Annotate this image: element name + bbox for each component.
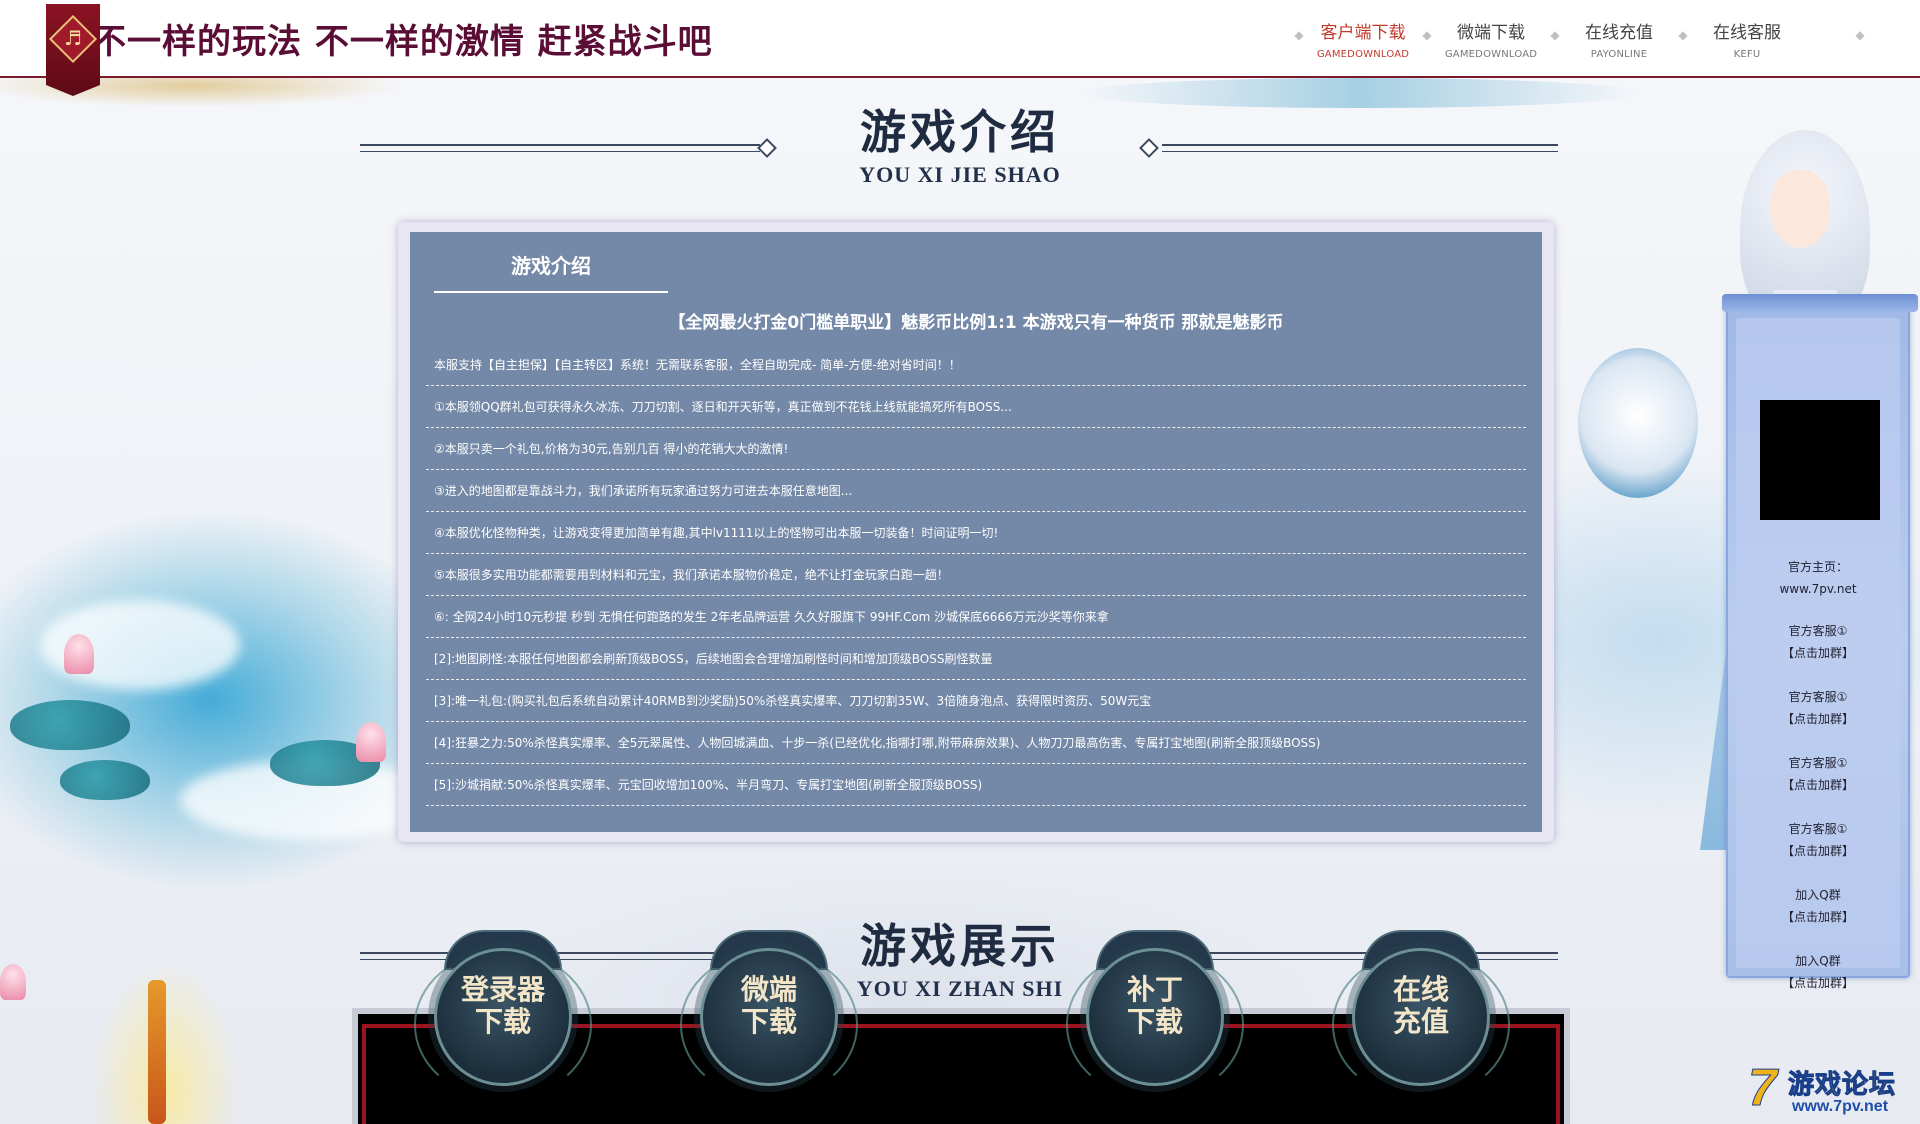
sidebar-item-action: 【点击加群】 bbox=[1781, 712, 1854, 726]
nav-separator-icon: ◆ bbox=[1550, 28, 1560, 42]
nav-separator-icon: ◆ bbox=[1678, 28, 1688, 42]
showcase-heading: 游戏展示 YOU XI ZHAN SHI bbox=[0, 910, 1920, 1002]
list-item: ①本服领QQ群礼包可获得永久冰冻、刀刀切割、逐日和开天斩等，真正做到不花钱上线就… bbox=[426, 386, 1526, 428]
main-nav: ◆ 客户端下载 GAMEDOWNLOAD ◆ 微端下载 GAMEDOWNLOAD… bbox=[1288, 0, 1920, 76]
list-item: ②本服只卖一个礼包,价格为30元,告别几百 得小的花销大大的激情! bbox=[426, 428, 1526, 470]
watermark-title: 游戏论坛 bbox=[1787, 1070, 1897, 1101]
sidebar-item-label: 官方客服① bbox=[1788, 756, 1848, 770]
showcase-subtitle: YOU XI ZHAN SHI bbox=[856, 976, 1064, 1001]
patch-download-button[interactable]: 补丁 下载 bbox=[1066, 930, 1244, 1100]
site-logo[interactable]: ♬ bbox=[46, 4, 100, 96]
watermark-url: www.7pv.net bbox=[1792, 1098, 1889, 1115]
button-label: 登录器 下载 bbox=[460, 973, 545, 1038]
nav-separator-icon: ◆ bbox=[1422, 28, 1432, 42]
lotus-flower-decoration bbox=[356, 722, 386, 762]
list-item: [5]:沙城捐献:50%杀怪真实爆率、元宝回收增加100%、半月弯刀、专属打宝地… bbox=[426, 764, 1526, 806]
contact-sidebar: 官方主页： www.7pv.net 官方客服① 【点击加群】 官方客服① 【点击… bbox=[1722, 294, 1918, 990]
lotus-flower-decoration bbox=[64, 634, 94, 674]
watermark-seven: 7 bbox=[1748, 1059, 1778, 1118]
lotus-leaf-decoration bbox=[60, 760, 150, 800]
button-label: 微端 下载 bbox=[740, 973, 797, 1038]
sidebar-service-2[interactable]: 官方客服① 【点击加群】 bbox=[1728, 686, 1908, 730]
qr-code-image bbox=[1760, 400, 1880, 520]
launcher-download-button[interactable]: 登录器 下载 bbox=[414, 930, 592, 1100]
top-bar: 不一样的玩法 不一样的激情 赶紧战斗吧 ◆ 客户端下载 GAMEDOWNLOAD… bbox=[0, 0, 1920, 78]
list-item: 本服支持【自主担保】【自主转区】系统！无需联系客服，全程自助完成- 简单-方便-… bbox=[426, 344, 1526, 386]
sidebar-service-4[interactable]: 官方客服① 【点击加群】 bbox=[1728, 818, 1908, 862]
logo-music-icon: ♬ bbox=[64, 26, 82, 50]
nav-online-service[interactable]: 在线客服 KEFU bbox=[1694, 0, 1800, 60]
forum-watermark-logo: 7 游戏论坛 www.7pv.net bbox=[1748, 1059, 1920, 1124]
list-item: ⑥: 全网24小时10元秒提 秒到 无惧任何跑路的发生 2年老品牌运营 久久好服… bbox=[426, 596, 1526, 638]
panel-line-list: 本服支持【自主担保】【自主转区】系统！无需联系客服，全程自助完成- 简单-方便-… bbox=[426, 344, 1526, 806]
nav-client-download[interactable]: 客户端下载 GAMEDOWNLOAD bbox=[1310, 0, 1416, 60]
online-recharge-button[interactable]: 在线 充值 bbox=[1332, 930, 1510, 1100]
nav-micro-download[interactable]: 微端下载 GAMEDOWNLOAD bbox=[1438, 0, 1544, 60]
button-label: 在线 充值 bbox=[1392, 973, 1449, 1038]
sidebar-item-action: 【点击加群】 bbox=[1781, 844, 1854, 858]
nav-label: 在线充值 bbox=[1585, 23, 1653, 43]
sidebar-item-label: 加入Q群 bbox=[1795, 888, 1841, 902]
nav-online-recharge[interactable]: 在线充值 PAYONLINE bbox=[1566, 0, 1672, 60]
sidebar-item-action: 【点击加群】 bbox=[1781, 646, 1854, 660]
nav-sublabel: KEFU bbox=[1733, 49, 1761, 60]
homepage-label: 官方主页： bbox=[1787, 560, 1848, 574]
intro-panel: 游戏介绍 【全网最火打金0门槛单职业】魅影币比例1:1 本游戏只有一种货币 那就… bbox=[410, 232, 1542, 832]
nav-sublabel: PAYONLINE bbox=[1590, 49, 1648, 60]
sidebar-item-action: 【点击加群】 bbox=[1781, 778, 1854, 792]
sidebar-item-label: 官方客服① bbox=[1788, 822, 1848, 836]
nav-sublabel: GAMEDOWNLOAD bbox=[1316, 49, 1410, 60]
sidebar-item-label: 官方客服① bbox=[1788, 690, 1848, 704]
sidebar-item-label: 官方客服① bbox=[1788, 624, 1848, 638]
panel-tab[interactable]: 游戏介绍 bbox=[434, 250, 668, 293]
sidebar-scroll-top bbox=[1722, 294, 1918, 312]
header-slogan: 不一样的玩法 不一样的激情 赶紧战斗吧 bbox=[92, 22, 713, 62]
nav-separator-icon: ◆ bbox=[1855, 28, 1865, 42]
intro-subtitle: YOU XI JIE SHAO bbox=[859, 162, 1061, 187]
list-item: ④本服优化怪物种类，让游戏变得更加简单有趣,其中lv1111以上的怪物可出本服一… bbox=[426, 512, 1526, 554]
nav-label: 客户端下载 bbox=[1320, 23, 1406, 43]
intro-title: 游戏介绍 bbox=[860, 105, 1060, 159]
list-item: ③进入的地图都是靠战斗力，我们承诺所有玩家通过努力可进去本服任意地图... bbox=[426, 470, 1526, 512]
list-item: ⑤本服很多实用功能都需要用到材料和元宝，我们承诺本服物价稳定，绝不让打金玩家白跑… bbox=[426, 554, 1526, 596]
nav-label: 微端下载 bbox=[1457, 23, 1525, 43]
nav-separator-icon: ◆ bbox=[1294, 28, 1304, 42]
nav-label: 在线客服 bbox=[1713, 23, 1781, 43]
micro-client-download-button[interactable]: 微端 下载 bbox=[680, 930, 858, 1100]
sidebar-service-1[interactable]: 官方客服① 【点击加群】 bbox=[1728, 620, 1908, 664]
panel-headline: 【全网最火打金0门槛单职业】魅影币比例1:1 本游戏只有一种货币 那就是魅影币 bbox=[668, 313, 1284, 333]
homepage-link[interactable]: www.7pv.net bbox=[1728, 578, 1908, 600]
list-item: [3]:唯一礼包:(购买礼包后系统自动累计40RMB到沙奖励)50%杀怪真实爆率… bbox=[426, 680, 1526, 722]
list-item: [2]:地图刷怪:本服任何地图都会刷新顶级BOSS，后续地图会合理增加刷怪时间和… bbox=[426, 638, 1526, 680]
intro-heading: 游戏介绍 YOU XI JIE SHAO bbox=[0, 96, 1920, 188]
button-label: 补丁 下载 bbox=[1126, 973, 1183, 1038]
sidebar-service-3[interactable]: 官方客服① 【点击加群】 bbox=[1728, 752, 1908, 796]
showcase-title: 游戏展示 bbox=[860, 919, 1060, 973]
bouquet-decoration bbox=[1578, 348, 1698, 498]
list-item: [4]:狂暴之力:50%杀怪真实爆率、全5元翠属性、人物回城满血、十步一杀(已经… bbox=[426, 722, 1526, 764]
nav-sublabel: GAMEDOWNLOAD bbox=[1444, 49, 1538, 60]
lotus-leaf-decoration bbox=[10, 700, 130, 750]
